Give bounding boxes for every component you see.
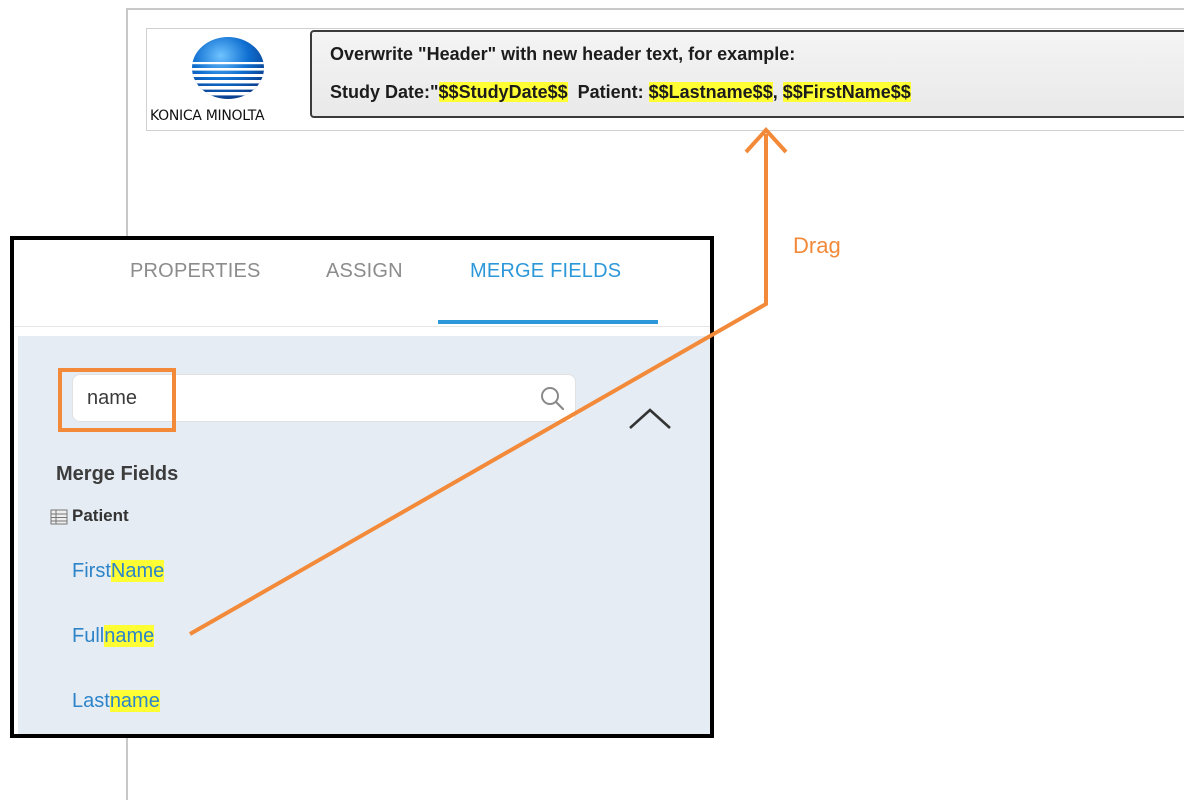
tab-assign[interactable]: ASSIGN (326, 260, 403, 283)
table-icon (50, 509, 68, 525)
tab-divider (14, 326, 710, 327)
chevron-up-icon[interactable] (626, 404, 674, 432)
globe-logo-icon (192, 37, 264, 99)
field-prefix: Full (72, 625, 105, 647)
search-value: name (87, 387, 138, 409)
tab-merge-fields[interactable]: MERGE FIELDS (470, 260, 621, 283)
header-instruction: Overwrite "Header" with new header text,… (330, 44, 796, 64)
header-text-box[interactable]: Overwrite "Header" with new header text,… (310, 30, 1184, 118)
logo-text: KONICA MINOLTA (150, 108, 265, 124)
field-match: name (109, 690, 160, 712)
header-example: Study Date:"$$StudyDate$$ Patient: $$Las… (330, 82, 911, 103)
field-prefix: Last (72, 690, 110, 712)
tab-bar: PROPERTIES ASSIGN MERGE FIELDS (14, 240, 710, 328)
group-label: Patient (72, 506, 129, 525)
field-lastname[interactable]: Lastname (72, 690, 160, 713)
logo: KONICA MINOLTA (148, 32, 308, 124)
merge-token-lastname: $$Lastname$$ (648, 82, 773, 102)
field-match: name (104, 625, 155, 647)
example-patient-label: Patient: (567, 82, 649, 102)
section-title: Merge Fields (56, 463, 179, 485)
drag-label: Drag (793, 233, 841, 258)
active-tab-indicator (438, 320, 658, 324)
field-firstname[interactable]: FirstName (72, 560, 165, 583)
example-separator: , (772, 82, 783, 102)
field-prefix: First (72, 560, 111, 582)
example-study-date-label: Study Date:" (330, 82, 439, 102)
merge-token-firstname: $$FirstName$$ (782, 82, 911, 102)
merge-fields-panel: PROPERTIES ASSIGN MERGE FIELDS name Merg… (10, 236, 714, 738)
field-fullname[interactable]: Fullname (72, 625, 155, 648)
tab-properties[interactable]: PROPERTIES (130, 260, 261, 283)
group-patient[interactable]: Patient (50, 506, 129, 526)
field-match: Name (110, 560, 165, 582)
search-icon[interactable] (539, 385, 565, 411)
merge-token-study-date: $$StudyDate$$ (438, 82, 568, 102)
search-input[interactable]: name (72, 374, 576, 422)
